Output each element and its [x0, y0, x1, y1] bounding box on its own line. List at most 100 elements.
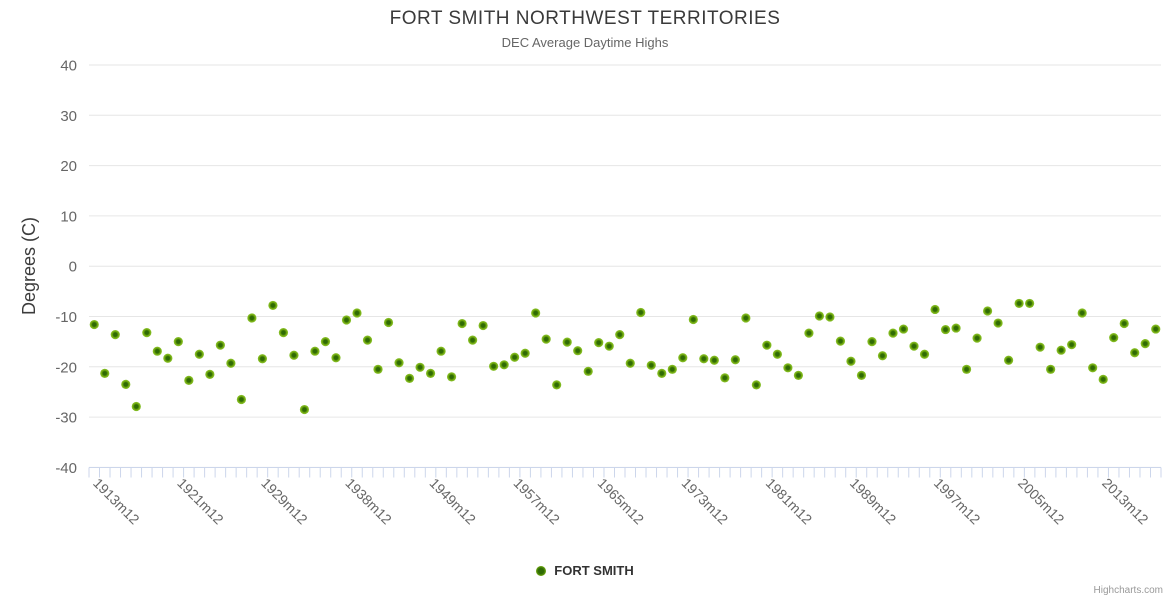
data-point[interactable] — [993, 318, 1003, 328]
data-point[interactable] — [583, 366, 593, 376]
data-point[interactable] — [1151, 324, 1161, 334]
data-point[interactable] — [383, 317, 394, 328]
data-point[interactable] — [930, 304, 940, 315]
data-point[interactable] — [478, 320, 488, 331]
data-point[interactable] — [278, 327, 289, 338]
data-point[interactable] — [940, 324, 951, 335]
data-point[interactable] — [594, 338, 604, 348]
data-point[interactable] — [320, 337, 331, 347]
data-point[interactable] — [457, 318, 467, 329]
data-point[interactable] — [110, 330, 120, 340]
data-point[interactable] — [1119, 318, 1129, 329]
data-point[interactable] — [173, 337, 183, 347]
data-point[interactable] — [1140, 339, 1150, 349]
data-point[interactable] — [657, 368, 667, 378]
data-point[interactable] — [1067, 340, 1077, 350]
data-point[interactable] — [289, 350, 299, 360]
data-point[interactable] — [667, 364, 677, 374]
data-point[interactable] — [678, 353, 688, 363]
data-point[interactable] — [688, 314, 698, 325]
data-point[interactable] — [909, 341, 919, 351]
data-point[interactable] — [152, 346, 162, 356]
data-point[interactable] — [1088, 363, 1098, 373]
data-point[interactable] — [699, 354, 709, 364]
data-point[interactable] — [226, 358, 236, 368]
data-point[interactable] — [804, 328, 814, 338]
data-point[interactable] — [236, 394, 246, 405]
data-point[interactable] — [982, 306, 993, 316]
data-point[interactable] — [331, 353, 341, 363]
legend-item-fort-smith[interactable]: FORT SMITH — [536, 563, 634, 578]
data-point[interactable] — [1130, 348, 1140, 358]
data-point[interactable] — [919, 349, 930, 359]
data-point[interactable] — [163, 353, 173, 363]
data-point[interactable] — [425, 368, 436, 378]
data-point[interactable] — [205, 369, 215, 379]
data-point[interactable] — [215, 340, 225, 350]
data-point[interactable] — [898, 324, 909, 334]
data-point[interactable] — [888, 328, 898, 338]
data-point[interactable] — [772, 349, 782, 359]
data-point[interactable] — [520, 348, 530, 358]
data-point[interactable] — [446, 372, 457, 382]
data-point[interactable] — [468, 335, 478, 345]
data-point[interactable] — [352, 308, 362, 318]
data-point[interactable] — [867, 337, 877, 347]
data-point[interactable] — [709, 355, 719, 365]
data-point[interactable] — [856, 370, 867, 380]
data-point[interactable] — [362, 335, 373, 345]
data-point[interactable] — [835, 336, 846, 346]
data-point[interactable] — [615, 330, 625, 340]
data-point[interactable] — [100, 368, 110, 378]
data-point[interactable] — [415, 362, 425, 372]
data-point[interactable] — [194, 349, 204, 359]
data-point[interactable] — [184, 375, 194, 385]
data-point[interactable] — [1109, 333, 1119, 343]
data-point[interactable] — [552, 380, 562, 390]
credits-link[interactable]: Highcharts.com — [1094, 585, 1163, 596]
data-point[interactable] — [762, 340, 772, 350]
data-point[interactable] — [730, 355, 740, 365]
data-point[interactable] — [247, 313, 257, 323]
data-point[interactable] — [373, 364, 383, 374]
data-point[interactable] — [751, 380, 761, 390]
data-point[interactable] — [131, 401, 141, 412]
data-point[interactable] — [877, 351, 888, 361]
data-point[interactable] — [268, 300, 278, 311]
data-point[interactable] — [793, 370, 804, 380]
data-point[interactable] — [846, 356, 856, 366]
data-point[interactable] — [961, 364, 972, 374]
data-point[interactable] — [646, 360, 656, 370]
data-point[interactable] — [499, 360, 509, 370]
data-point[interactable] — [541, 334, 551, 344]
data-point[interactable] — [1046, 364, 1056, 374]
data-point[interactable] — [489, 361, 499, 371]
data-point[interactable] — [814, 311, 825, 321]
data-point[interactable] — [142, 327, 152, 338]
data-point[interactable] — [1025, 298, 1035, 309]
data-point[interactable] — [1077, 308, 1087, 318]
data-point[interactable] — [604, 341, 614, 351]
data-point[interactable] — [1098, 374, 1108, 384]
data-point[interactable] — [720, 373, 730, 383]
data-point[interactable] — [1014, 298, 1024, 309]
data-point[interactable] — [310, 346, 320, 356]
data-point[interactable] — [573, 346, 583, 356]
data-point[interactable] — [562, 337, 572, 347]
data-point[interactable] — [1035, 342, 1045, 352]
data-point[interactable] — [531, 308, 541, 318]
data-point[interactable] — [299, 404, 310, 415]
data-point[interactable] — [89, 319, 99, 330]
data-point[interactable] — [951, 323, 961, 333]
data-point[interactable] — [1056, 345, 1066, 355]
data-point[interactable] — [341, 315, 352, 325]
data-point[interactable] — [394, 358, 404, 368]
data-point[interactable] — [825, 312, 835, 322]
data-point[interactable] — [972, 333, 982, 343]
data-point[interactable] — [404, 373, 415, 383]
data-point[interactable] — [510, 352, 520, 362]
data-point[interactable] — [257, 354, 268, 364]
data-point[interactable] — [625, 358, 635, 368]
data-point[interactable] — [1004, 355, 1014, 365]
data-point[interactable] — [436, 346, 446, 356]
